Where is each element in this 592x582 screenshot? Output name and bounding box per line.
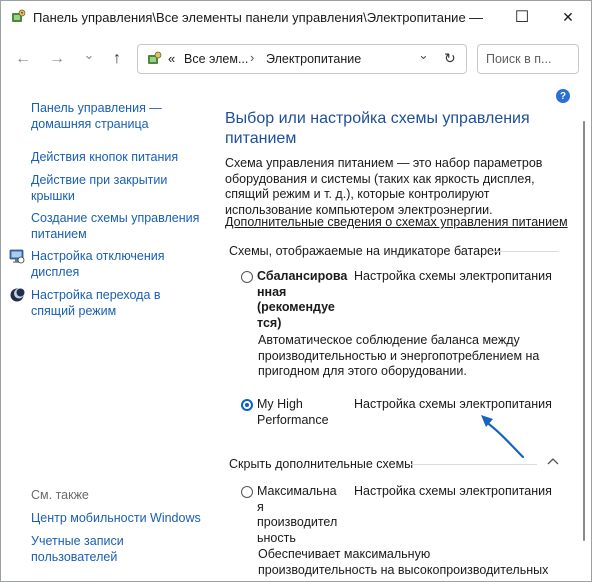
sidebar-item-label: Действия кнопок питания bbox=[31, 150, 179, 164]
see-also-heading: См. также bbox=[31, 488, 89, 502]
close-button[interactable]: ✕ bbox=[545, 1, 591, 33]
plan-description-line: пригодном для этого оборудовании. bbox=[258, 364, 467, 378]
minimize-icon: — bbox=[469, 9, 483, 25]
address-bar[interactable]: « Все элем... › Электропитание ⌄ ↻ bbox=[137, 44, 467, 74]
description-line: спящий режим и т. д.), которые контролир… bbox=[225, 187, 490, 201]
help-button[interactable]: ? bbox=[556, 89, 570, 103]
sidebar-link-mobility-center[interactable]: Центр мобильности Windows bbox=[31, 510, 201, 526]
plan-description-line: Обеспечивает максимальную bbox=[258, 547, 431, 561]
breadcrumb-power-options[interactable]: Электропитание bbox=[266, 52, 361, 66]
vertical-scrollbar[interactable] bbox=[583, 121, 585, 541]
sidebar-item-label: дисплея bbox=[31, 265, 80, 279]
minimize-button[interactable]: — bbox=[453, 1, 499, 33]
back-arrow-icon: ← bbox=[15, 50, 31, 67]
plan-name-line: My High bbox=[257, 397, 303, 411]
navigation-bar: ← → ⌄ ↑ « Все элем... › Электропитание ⌄… bbox=[1, 39, 591, 79]
sidebar-item-display-off[interactable]: Настройка отключения дисплея bbox=[31, 248, 165, 280]
chevron-up-icon bbox=[547, 458, 559, 465]
balanced-configure-link[interactable]: Настройка схемы электропитания bbox=[354, 269, 552, 285]
section-divider bbox=[489, 251, 559, 252]
forward-arrow-icon: → bbox=[49, 50, 65, 67]
search-placeholder[interactable]: Поиск в п... bbox=[486, 52, 551, 66]
description-line: Схема управления питанием — это набор па… bbox=[225, 156, 543, 170]
title-bar: Панель управления\Все элементы панели уп… bbox=[1, 1, 591, 35]
plan-description-line: производительность на высокопроизводител… bbox=[258, 562, 549, 577]
close-icon: ✕ bbox=[562, 8, 574, 25]
sidebar-home-line2: домашняя страница bbox=[31, 117, 149, 131]
balanced-plan-radio[interactable] bbox=[241, 271, 253, 283]
sidebar-item-sleep[interactable]: Настройка перехода в спящий режим bbox=[31, 287, 161, 319]
sidebar-item-label: Настройка отключения bbox=[31, 249, 165, 263]
display-settings-icon bbox=[9, 248, 25, 264]
max-performance-plan-radio[interactable] bbox=[241, 486, 253, 498]
sidebar-home-line1: Панель управления — bbox=[31, 101, 162, 115]
address-dropdown-icon[interactable]: ⌄ bbox=[418, 47, 429, 63]
sidebar-item-label: Центр мобильности Windows bbox=[31, 511, 201, 525]
sidebar-item-create-plan[interactable]: Создание схемы управления питанием bbox=[31, 210, 199, 242]
plan-description-line: Автоматическое соблюдение баланса между bbox=[258, 333, 520, 347]
plan-name-line: Performance bbox=[257, 412, 329, 427]
sidebar-item-power-buttons[interactable]: Действия кнопок питания bbox=[31, 149, 178, 165]
sidebar-item-label: Создание схемы управления bbox=[31, 211, 200, 225]
back-button[interactable]: ← bbox=[13, 49, 33, 69]
max-performance-configure-link[interactable]: Настройка схемы электропитания bbox=[354, 484, 552, 500]
up-arrow-icon: ↑ bbox=[113, 50, 121, 67]
high-performance-plan-radio[interactable] bbox=[241, 399, 253, 411]
collapse-button[interactable] bbox=[545, 454, 561, 470]
plan-name-line: я bbox=[257, 499, 264, 514]
sidebar-home-link[interactable]: Панель управления — домашняя страница bbox=[31, 100, 162, 132]
control-panel-window: Панель управления\Все элементы панели уп… bbox=[0, 0, 592, 582]
plan-name-line: тся) bbox=[257, 315, 282, 330]
more-info-link[interactable]: Дополнительные сведения о схемах управле… bbox=[225, 215, 568, 231]
max-performance-plan-name[interactable]: Максимальна я производител ьность bbox=[257, 484, 351, 546]
balanced-plan-description: Автоматическое соблюдение баланса между … bbox=[258, 333, 568, 380]
maximize-button[interactable]: ☐ bbox=[499, 1, 545, 33]
sidebar-item-label: питанием bbox=[31, 227, 87, 241]
plan-name-line: (рекомендуе bbox=[257, 300, 335, 314]
window-title: Панель управления\Все элементы панели уп… bbox=[33, 10, 466, 25]
plan-name-line: Максимальна bbox=[257, 484, 337, 498]
help-icon: ? bbox=[559, 90, 567, 102]
power-options-icon bbox=[10, 9, 26, 25]
plan-name-line: ьность bbox=[257, 530, 296, 545]
page-title: Выбор или настройка схемы управления пит… bbox=[225, 109, 565, 149]
sidebar-item-label: Учетные записи bbox=[31, 534, 124, 548]
forward-button[interactable]: → bbox=[47, 49, 67, 69]
sidebar-item-label: крышки bbox=[31, 189, 75, 203]
hidden-plans-heading: Скрыть дополнительные схемы bbox=[229, 457, 414, 471]
breadcrumb-separator[interactable]: › bbox=[250, 50, 254, 65]
sleep-moon-icon bbox=[9, 287, 25, 303]
plan-description-line: производительностью и энергопотреблением… bbox=[258, 348, 540, 363]
high-performance-plan-name[interactable]: My High Performance bbox=[257, 397, 351, 428]
recent-locations-button[interactable]: ⌄ bbox=[79, 45, 99, 65]
address-power-icon bbox=[146, 51, 162, 67]
page-title-line2: питанием bbox=[225, 130, 297, 147]
plan-name-line: производител bbox=[257, 515, 338, 529]
balanced-plan-name[interactable]: Сбалансирова нная (рекомендуе тся) bbox=[257, 269, 351, 331]
max-performance-plan-description: Обеспечивает максимальную производительн… bbox=[258, 547, 568, 578]
sidebar-item-label: пользователей bbox=[31, 550, 118, 564]
sidebar-link-user-accounts[interactable]: Учетные записи пользователей bbox=[31, 533, 124, 565]
battery-plans-heading: Схемы, отображаемые на индикаторе батаре… bbox=[229, 244, 501, 258]
chevron-down-icon: ⌄ bbox=[83, 47, 95, 62]
description-line: оборудования и системы (таких как яркост… bbox=[225, 171, 535, 186]
sidebar-item-lid-close[interactable]: Действие при закрытии крышки bbox=[31, 172, 167, 204]
up-button[interactable]: ↑ bbox=[107, 49, 127, 69]
breadcrumb-all-items[interactable]: Все элем... bbox=[184, 52, 248, 66]
plan-name-line: Сбалансирова bbox=[257, 269, 348, 283]
annotation-arrow-icon bbox=[481, 415, 525, 459]
maximize-icon: ☐ bbox=[514, 9, 530, 26]
refresh-icon[interactable]: ↻ bbox=[444, 50, 456, 67]
sidebar-item-label: Настройка перехода в bbox=[31, 288, 161, 302]
breadcrumb-overflow[interactable]: « bbox=[168, 51, 175, 66]
page-title-line1: Выбор или настройка схемы управления bbox=[225, 110, 530, 127]
search-box[interactable]: Поиск в п... bbox=[477, 44, 579, 74]
sidebar-item-label: спящий режим bbox=[31, 304, 117, 318]
description: Схема управления питанием — это набор па… bbox=[225, 156, 565, 218]
sidebar-item-label: Действие при закрытии bbox=[31, 173, 168, 187]
section-divider bbox=[411, 464, 537, 465]
plan-name-line: нная bbox=[257, 284, 287, 299]
